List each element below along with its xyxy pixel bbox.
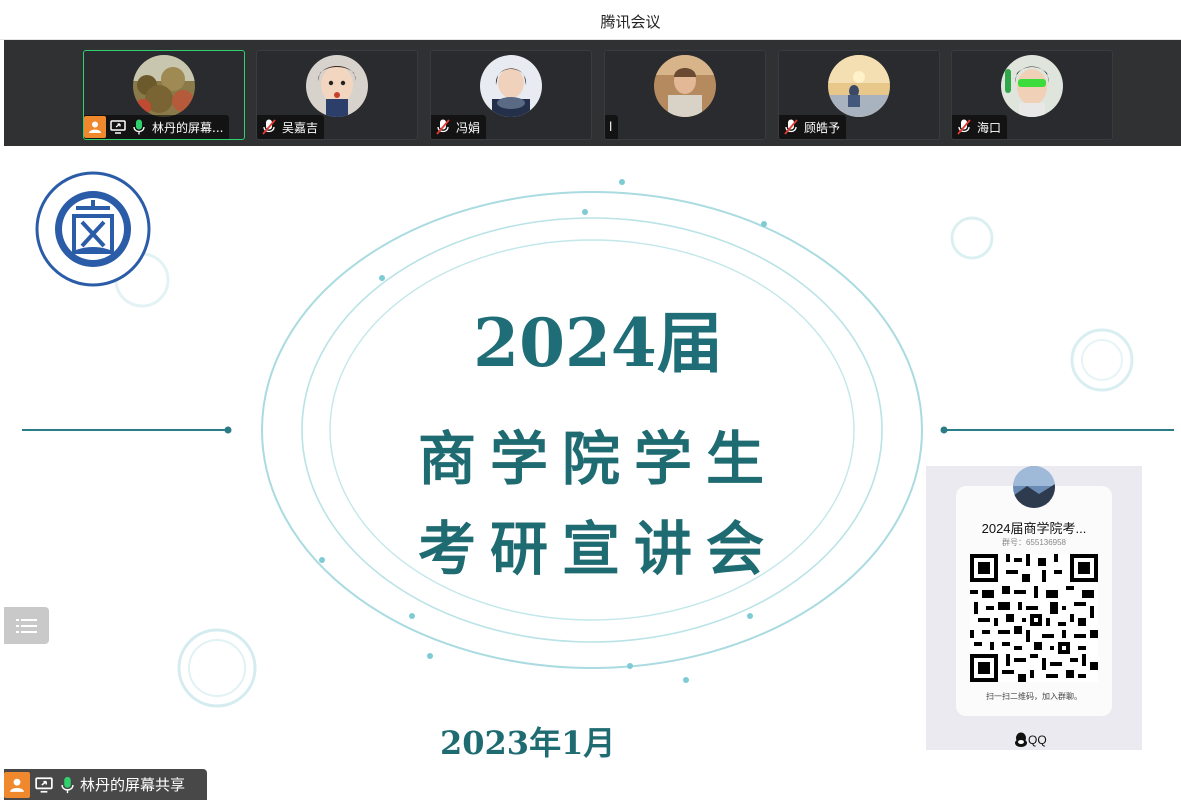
participant-namebar: 吴嘉吉 <box>257 115 325 139</box>
side-menu-toggle[interactable] <box>4 607 49 644</box>
participant-avatar <box>133 55 195 117</box>
participant-avatar <box>1001 55 1063 117</box>
participant-name: 冯娟 <box>456 120 481 135</box>
qq-brand: QQ <box>1014 732 1047 748</box>
participant-tile[interactable]: 林丹的屏幕... <box>83 50 245 140</box>
group-name: 2024届商学院考... <box>981 521 1087 536</box>
slide-year-title: 2024届 <box>473 304 723 382</box>
participant-tile[interactable]: l <box>604 50 766 140</box>
participant-tile[interactable]: 海口 <box>951 50 1113 140</box>
slide-date: 2023年1月 <box>440 724 616 762</box>
participant-namebar: 冯娟 <box>431 115 487 139</box>
screen-share-icon <box>109 118 127 136</box>
shared-screen-slide: 2024届 商学院学生 考研宣讲会 2023年1月 2024届商学院考... 群… <box>22 150 1174 800</box>
participant-namebar: l <box>605 115 619 139</box>
participant-avatar <box>654 55 716 117</box>
participant-namebar: 林丹的屏幕... <box>84 115 230 139</box>
menu-icon <box>15 618 37 633</box>
participant-tile[interactable]: 吴嘉吉 <box>256 50 418 140</box>
title-bar: 腾讯会议 <box>0 0 1181 40</box>
participant-avatar <box>828 55 890 117</box>
qq-group-qr-card: 2024届商学院考... 群号：655136958 扫一扫二维码，加入群聊。 Q… <box>926 466 1142 750</box>
mic-muted-icon <box>260 118 278 136</box>
screen-share-icon <box>33 776 55 794</box>
qr-code <box>970 554 1098 682</box>
participant-tile[interactable]: 冯娟 <box>430 50 592 140</box>
user-icon <box>4 771 30 798</box>
qq-penguin-icon <box>1015 732 1027 747</box>
window-title: 腾讯会议 <box>600 13 661 31</box>
participant-name: 顾皓予 <box>804 120 841 135</box>
screen-share-label: 林丹的屏幕共享 <box>80 776 186 794</box>
participant-namebar: 海口 <box>952 115 1008 139</box>
mic-muted-icon <box>782 118 800 136</box>
participant-tile[interactable]: 顾皓予 <box>778 50 940 140</box>
participant-avatar <box>306 55 368 117</box>
participant-name: 吴嘉吉 <box>282 120 319 135</box>
mic-icon <box>58 776 76 794</box>
participant-name: l <box>609 120 613 134</box>
mic-muted-icon <box>955 118 973 136</box>
screen-share-bar[interactable]: 林丹的屏幕共享 <box>4 769 207 800</box>
mic-muted-icon <box>434 118 452 136</box>
participant-name: 林丹的屏幕... <box>152 120 224 135</box>
mic-icon <box>130 118 148 136</box>
participant-namebar: 顾皓予 <box>779 115 847 139</box>
participant-strip: 林丹的屏幕... 吴嘉吉 冯娟 l 顾皓予 海口 <box>4 40 1181 146</box>
group-avatar <box>1013 466 1055 508</box>
user-icon <box>84 116 106 138</box>
qq-brand-label: QQ <box>1028 733 1047 747</box>
participant-avatar <box>480 55 542 117</box>
participant-name: 海口 <box>977 120 1002 135</box>
group-number: 群号：655136958 <box>1001 538 1067 547</box>
qr-hint: 扫一扫二维码，加入群聊。 <box>986 692 1082 701</box>
university-logo <box>34 170 152 288</box>
